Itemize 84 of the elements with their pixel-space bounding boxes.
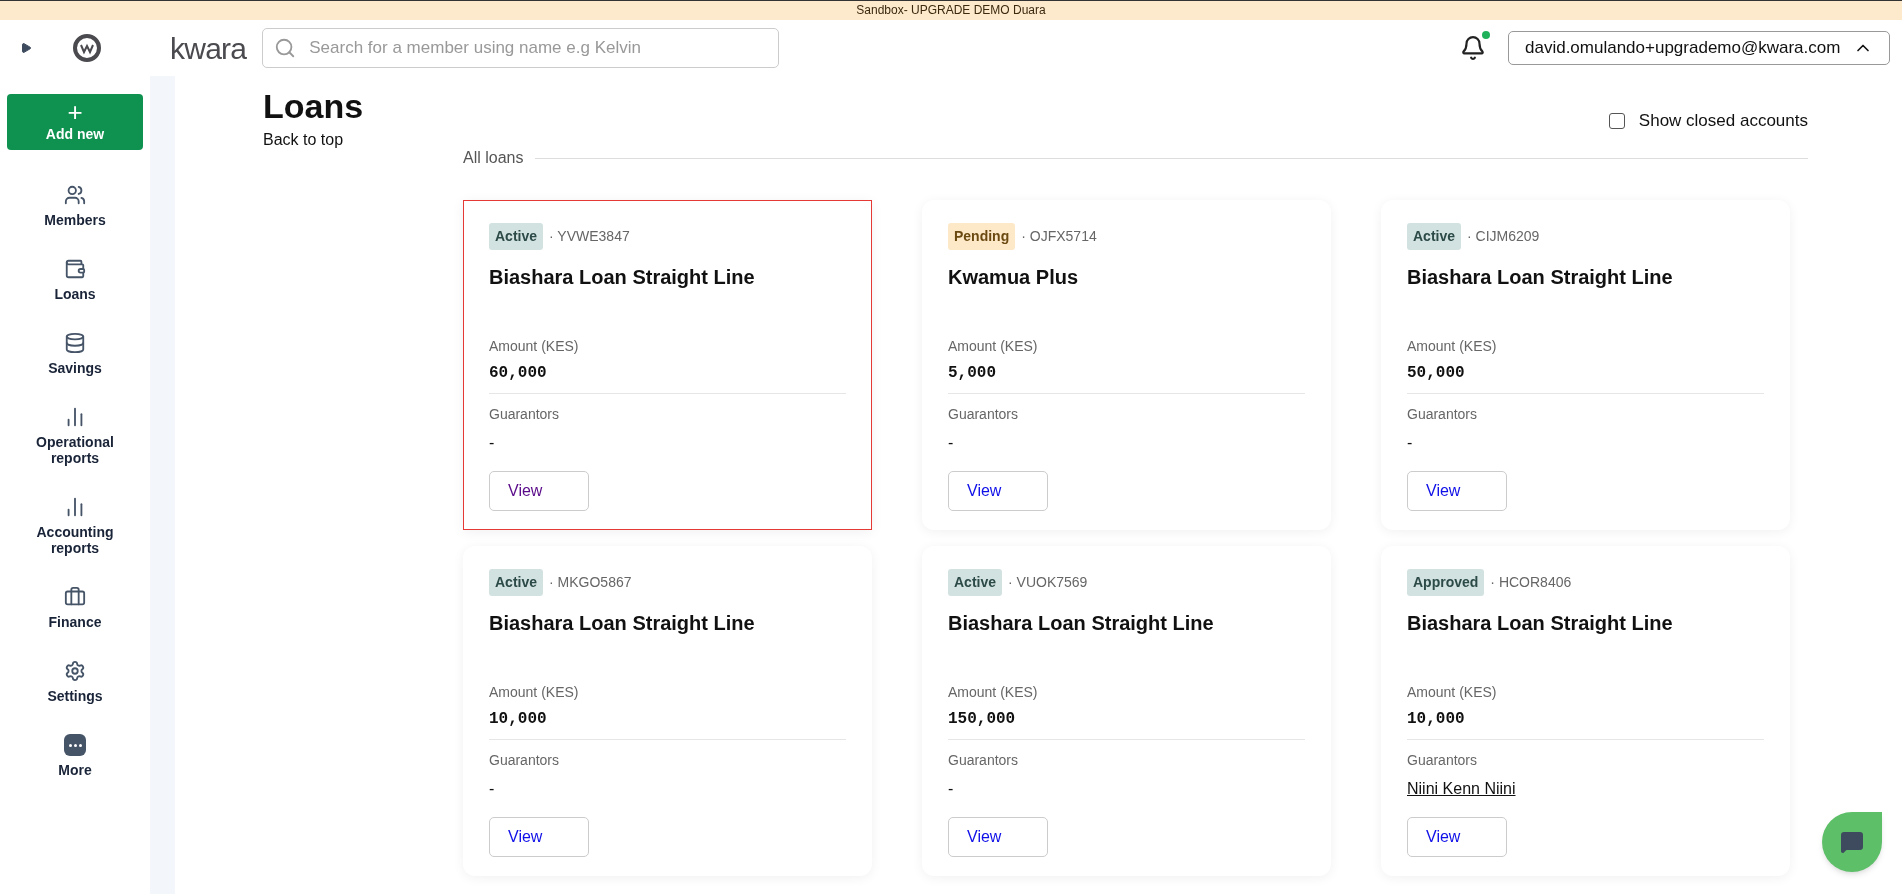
add-new-button[interactable]: + Add new <box>7 94 143 150</box>
guarantor-value: - <box>489 433 495 453</box>
loan-id: · MKGO5867 <box>549 573 632 592</box>
loan-name: Biashara Loan Straight Line <box>948 611 1215 636</box>
loan-name: Kwamua Plus <box>948 265 1080 290</box>
checkbox-label: Show closed accounts <box>1638 110 1808 132</box>
sidebar-nav-item[interactable]: More <box>15 734 135 778</box>
guarantors-label: Guarantors <box>489 751 561 770</box>
guarantors-label: Guarantors <box>1407 405 1479 424</box>
wallet-icon <box>64 258 86 280</box>
loan-card[interactable]: Pending · OJFX5714 Kwamua Plus Amount (KES) 5,000 Guarantors - View <box>922 200 1331 530</box>
show-closed-checkbox[interactable] <box>1608 112 1625 129</box>
amount-value: 10,000 <box>1407 709 1466 730</box>
loan-card[interactable]: Approved · HCOR8406 Biashara Loan Straight Line Amount (KES) 10,000 Guarantors Niini Kenn Niini View <box>1381 546 1790 876</box>
people-icon <box>64 184 86 206</box>
settings-icon <box>64 660 86 682</box>
user-menu-button[interactable]: david.omulando+upgrademo@kwara.com <box>1508 31 1890 65</box>
sidebar-nav-item[interactable]: Operational reports <box>15 406 135 466</box>
view-button[interactable]: View <box>489 817 589 857</box>
sidebar-nav-item[interactable]: Savings <box>15 332 135 376</box>
loan-id: · CIJM6209 <box>1467 227 1540 246</box>
status-badge: Active <box>948 569 1003 596</box>
loan-name: Biashara Loan Straight Line <box>1407 265 1674 290</box>
amount-label: Amount (KES) <box>489 337 580 356</box>
guarantor-link[interactable]: Niini Kenn Niini <box>1407 777 1516 801</box>
amount-label: Amount (KES) <box>948 337 1039 356</box>
view-button[interactable]: View <box>1407 471 1507 511</box>
amount-value: 5,000 <box>948 363 997 384</box>
search-icon <box>274 37 297 59</box>
guarantors-label: Guarantors <box>948 751 1020 770</box>
brand-name: kwara <box>170 30 247 67</box>
guarantors-label: Guarantors <box>948 405 1020 424</box>
guarantors-label: Guarantors <box>1407 751 1479 770</box>
loan-name: Biashara Loan Straight Line <box>489 611 756 636</box>
view-button[interactable]: View <box>948 471 1048 511</box>
guarantor-value: - <box>489 779 495 799</box>
sidebar-nav-item[interactable]: Loans <box>15 258 135 302</box>
loan-card[interactable]: Active · MKGO5867 Biashara Loan Straight Line Amount (KES) 10,000 Guarantors - View <box>463 546 872 876</box>
sidebar-nav-item[interactable]: Settings <box>15 660 135 704</box>
back-to-top-link[interactable]: Back to top <box>263 128 364 152</box>
sidebar-nav-item[interactable]: Accounting reports <box>15 496 135 556</box>
amount-label: Amount (KES) <box>948 683 1039 702</box>
sandbox-banner: Sandbox- UPGRADE DEMO Duara <box>0 0 1902 20</box>
loan-card[interactable]: Active · CIJM6209 Biashara Loan Straight Line Amount (KES) 50,000 Guarantors - View <box>1381 200 1790 530</box>
more-icon <box>64 734 86 756</box>
status-badge: Active <box>1407 223 1462 250</box>
status-badge: Pending <box>948 223 1016 250</box>
loan-id: · OJFX5714 <box>1021 227 1097 246</box>
briefcase-icon <box>64 586 86 608</box>
loan-card[interactable]: Active · YVWE3847 Biashara Loan Straight Line Amount (KES) 60,000 Guarantors - View <box>463 200 872 530</box>
status-badge: Approved <box>1407 569 1485 596</box>
amount-label: Amount (KES) <box>1407 683 1498 702</box>
amount-value: 50,000 <box>1407 363 1466 384</box>
loan-id: · VUOK7569 <box>1008 573 1088 592</box>
sidebar-nav-item[interactable]: Members <box>15 184 135 228</box>
view-button[interactable]: View <box>948 817 1048 857</box>
amount-label: Amount (KES) <box>1407 337 1498 356</box>
search-field[interactable]: Search for a member using name e.g Kelvin <box>262 28 780 68</box>
status-badge: Active <box>489 569 544 596</box>
guarantors-label: Guarantors <box>489 405 561 424</box>
chat-button[interactable] <box>1822 812 1882 872</box>
view-button[interactable]: View <box>489 471 589 511</box>
guarantor-value: - <box>1407 433 1413 453</box>
guarantor-value: - <box>948 433 954 453</box>
view-button[interactable]: View <box>1407 817 1507 857</box>
loan-card[interactable]: Active · VUOK7569 Biashara Loan Straight Line Amount (KES) 150,000 Guarantors - View <box>922 546 1331 876</box>
expand-icon[interactable] <box>20 41 32 55</box>
logo-icon <box>72 33 102 63</box>
database-icon <box>64 332 86 354</box>
guarantor-value: - <box>948 779 954 799</box>
chat-icon <box>1840 830 1864 854</box>
loan-id: · YVWE3847 <box>549 227 630 246</box>
sidebar-nav-item[interactable]: Finance <box>15 586 135 630</box>
loan-name: Biashara Loan Straight Line <box>1407 611 1674 636</box>
notification-bell-icon[interactable] <box>1460 35 1486 61</box>
status-badge: Active <box>489 223 544 250</box>
amount-label: Amount (KES) <box>489 683 580 702</box>
amount-value: 10,000 <box>489 709 548 730</box>
section-heading: All loans <box>463 148 524 168</box>
amount-value: 150,000 <box>948 709 1017 730</box>
loan-name: Biashara Loan Straight Line <box>489 265 756 290</box>
loan-id: · HCOR8406 <box>1490 573 1572 592</box>
page-title: Loans <box>263 86 364 126</box>
amount-value: 60,000 <box>489 363 548 384</box>
